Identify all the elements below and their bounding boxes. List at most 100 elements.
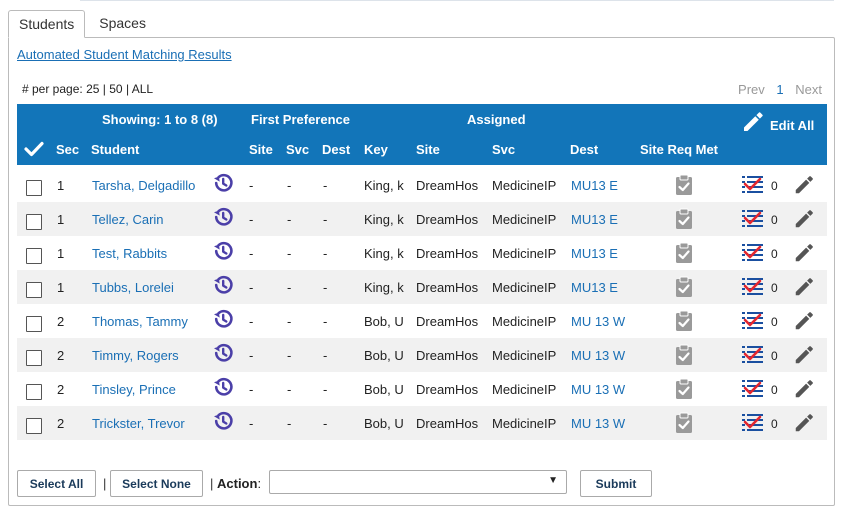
student-name-link[interactable]: Thomas, Tammy <box>92 314 188 329</box>
requirements-list-icon[interactable] <box>741 276 765 298</box>
row-site: DreamHos <box>416 212 479 227</box>
student-name-link[interactable]: Tubbs, Lorelei <box>92 280 174 295</box>
row-pref-site: - <box>249 314 254 329</box>
row-key: King, k <box>364 280 404 295</box>
col-pref-dest[interactable]: Dest <box>322 142 350 157</box>
row-dest-link[interactable]: MU13 E <box>571 212 618 227</box>
edit-pencil-icon[interactable] <box>793 310 815 332</box>
edit-pencil-icon[interactable] <box>793 242 815 264</box>
row-site: DreamHos <box>416 382 479 397</box>
student-name-link[interactable]: Tinsley, Prince <box>92 382 176 397</box>
row-dest-link[interactable]: MU13 E <box>571 246 618 261</box>
row-pref-dest: - <box>323 314 328 329</box>
col-pref-svc[interactable]: Svc <box>286 142 309 157</box>
requirements-list-icon[interactable] <box>741 242 765 264</box>
history-icon[interactable] <box>211 307 235 331</box>
history-icon[interactable] <box>211 171 235 195</box>
bar-separator: | <box>210 476 214 491</box>
row-svc: MedicineIP <box>492 314 557 329</box>
per-page-selector: # per page: 25 | 50 | ALL <box>22 82 153 96</box>
action-select[interactable]: ▼ <box>269 470 567 494</box>
row-dest-link[interactable]: MU13 E <box>571 280 618 295</box>
row-key: Bob, U <box>364 416 404 431</box>
row-key: Bob, U <box>364 348 404 363</box>
row-dest-link[interactable]: MU 13 W <box>571 348 625 363</box>
prev-page-link[interactable]: Prev <box>738 82 765 97</box>
row-pref-site: - <box>249 212 254 227</box>
row-checkbox[interactable] <box>26 282 42 298</box>
row-checkbox[interactable] <box>26 180 42 196</box>
requirements-list-icon[interactable] <box>741 174 765 196</box>
per-page-label: # per page: <box>22 82 83 96</box>
per-page-all[interactable]: ALL <box>132 82 153 96</box>
student-name-link[interactable]: Tarsha, Delgadillo <box>92 178 195 193</box>
tab-students[interactable]: Students <box>8 10 86 38</box>
row-checkbox[interactable] <box>26 418 42 434</box>
row-checkbox[interactable] <box>26 350 42 366</box>
col-sec[interactable]: Sec <box>56 142 79 157</box>
student-name-link[interactable]: Test, Rabbits <box>92 246 167 261</box>
requirements-list-icon[interactable] <box>741 412 765 434</box>
col-site-req-met[interactable]: Site Req Met <box>640 142 718 157</box>
top-divider <box>80 0 834 1</box>
action-label-text: Action <box>217 476 258 491</box>
history-icon[interactable] <box>211 205 235 229</box>
row-dest-link[interactable]: MU13 E <box>571 178 618 193</box>
row-pref-svc: - <box>287 314 292 329</box>
requirements-list-icon[interactable] <box>741 378 765 400</box>
row-checkbox[interactable] <box>26 248 42 264</box>
row-checkbox[interactable] <box>26 214 42 230</box>
edit-pencil-icon[interactable] <box>793 174 815 196</box>
row-sec: 2 <box>57 416 65 431</box>
col-pref-site[interactable]: Site <box>249 142 273 157</box>
row-checkbox[interactable] <box>26 316 42 332</box>
row-svc: MedicineIP <box>492 280 557 295</box>
row-sec: 1 <box>57 178 65 193</box>
row-site: DreamHos <box>416 280 479 295</box>
col-student[interactable]: Student <box>91 142 139 157</box>
student-name-link[interactable]: Timmy, Rogers <box>92 348 179 363</box>
requirements-count: 0 <box>771 281 778 295</box>
row-pref-svc: - <box>287 212 292 227</box>
submit-button[interactable]: Submit <box>580 470 652 497</box>
col-site[interactable]: Site <box>416 142 440 157</box>
requirements-list-icon[interactable] <box>741 310 765 332</box>
edit-pencil-icon[interactable] <box>793 412 815 434</box>
row-key: Bob, U <box>364 382 404 397</box>
history-icon[interactable] <box>211 239 235 263</box>
select-all-checkmark-icon[interactable] <box>24 141 44 157</box>
current-page-link[interactable]: 1 <box>776 82 783 97</box>
student-name-link[interactable]: Trickster, Trevor <box>92 416 185 431</box>
tab-spaces[interactable]: Spaces <box>85 10 156 38</box>
edit-pencil-icon[interactable] <box>793 276 815 298</box>
row-dest-link[interactable]: MU 13 W <box>571 382 625 397</box>
row-dest-link[interactable]: MU 13 W <box>571 314 625 329</box>
row-dest-link[interactable]: MU 13 W <box>571 416 625 431</box>
row-pref-site: - <box>249 246 254 261</box>
col-key[interactable]: Key <box>364 142 388 157</box>
edit-pencil-icon[interactable] <box>793 378 815 400</box>
per-page-sep: | <box>125 82 130 96</box>
requirements-list-icon[interactable] <box>741 208 765 230</box>
select-none-button[interactable]: Select None <box>110 470 203 497</box>
history-icon[interactable] <box>211 341 235 365</box>
assigned-heading: Assigned <box>467 112 526 127</box>
row-pref-svc: - <box>287 416 292 431</box>
edit-pencil-icon[interactable] <box>793 208 815 230</box>
requirements-list-icon[interactable] <box>741 344 765 366</box>
select-all-button[interactable]: Select All <box>17 470 96 497</box>
student-name-link[interactable]: Tellez, Carin <box>92 212 164 227</box>
next-page-link[interactable]: Next <box>795 82 822 97</box>
col-dest[interactable]: Dest <box>570 142 598 157</box>
per-page-25[interactable]: 25 <box>86 82 99 96</box>
history-icon[interactable] <box>211 409 235 433</box>
per-page-50[interactable]: 50 <box>109 82 122 96</box>
matching-results-link[interactable]: Automated Student Matching Results <box>17 47 232 62</box>
row-key: King, k <box>364 178 404 193</box>
history-icon[interactable] <box>211 375 235 399</box>
table-row: 1 Tubbs, Lorelei - - - King, k DreamHos Medicin… <box>17 270 827 304</box>
col-svc[interactable]: Svc <box>492 142 515 157</box>
edit-pencil-icon[interactable] <box>793 344 815 366</box>
row-checkbox[interactable] <box>26 384 42 400</box>
history-icon[interactable] <box>211 273 235 297</box>
